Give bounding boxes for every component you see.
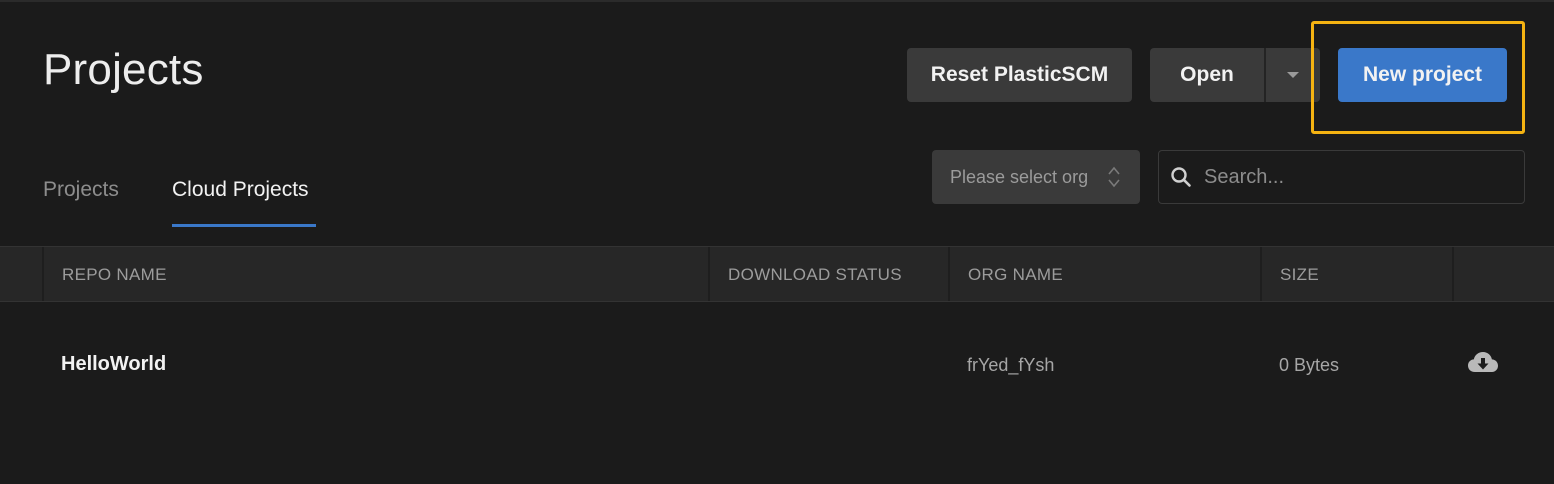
search-box[interactable] xyxy=(1158,150,1525,204)
reset-plasticscm-button[interactable]: Reset PlasticSCM xyxy=(907,48,1132,102)
column-divider xyxy=(1260,247,1262,301)
cloud-download-icon[interactable] xyxy=(1467,350,1499,376)
column-divider xyxy=(708,247,710,301)
table-header: REPO NAME DOWNLOAD STATUS ORG NAME SIZE xyxy=(0,246,1554,302)
column-divider xyxy=(1452,247,1454,301)
column-header-download-status[interactable]: DOWNLOAD STATUS xyxy=(728,265,902,285)
tab-projects[interactable]: Projects xyxy=(43,176,119,204)
org-name-cell: frYed_fYsh xyxy=(967,355,1055,375)
column-divider xyxy=(42,247,44,301)
search-input[interactable] xyxy=(1204,151,1514,203)
org-select[interactable]: Please select org xyxy=(932,150,1140,204)
search-icon xyxy=(1171,167,1191,187)
active-tab-indicator xyxy=(172,224,316,227)
chevron-down-icon xyxy=(1287,72,1299,78)
size-cell: 0 Bytes xyxy=(1279,355,1340,375)
page-title: Projects xyxy=(43,45,204,94)
top-border xyxy=(0,0,1554,2)
column-header-org-name[interactable]: ORG NAME xyxy=(968,265,1063,285)
open-button[interactable]: Open xyxy=(1150,48,1264,102)
column-header-size[interactable]: SIZE xyxy=(1280,265,1319,285)
column-header-repo-name[interactable]: REPO NAME xyxy=(62,265,167,285)
updown-arrows-icon xyxy=(1108,166,1120,188)
projects-page: Projects Reset PlasticSCM Open New proje… xyxy=(0,0,1554,484)
tab-cloud-projects[interactable]: Cloud Projects xyxy=(172,176,309,204)
repo-name-cell: HelloWorld xyxy=(61,353,167,375)
column-divider xyxy=(948,247,950,301)
highlight-box xyxy=(1311,21,1525,134)
org-select-value: Please select org xyxy=(950,166,1089,187)
